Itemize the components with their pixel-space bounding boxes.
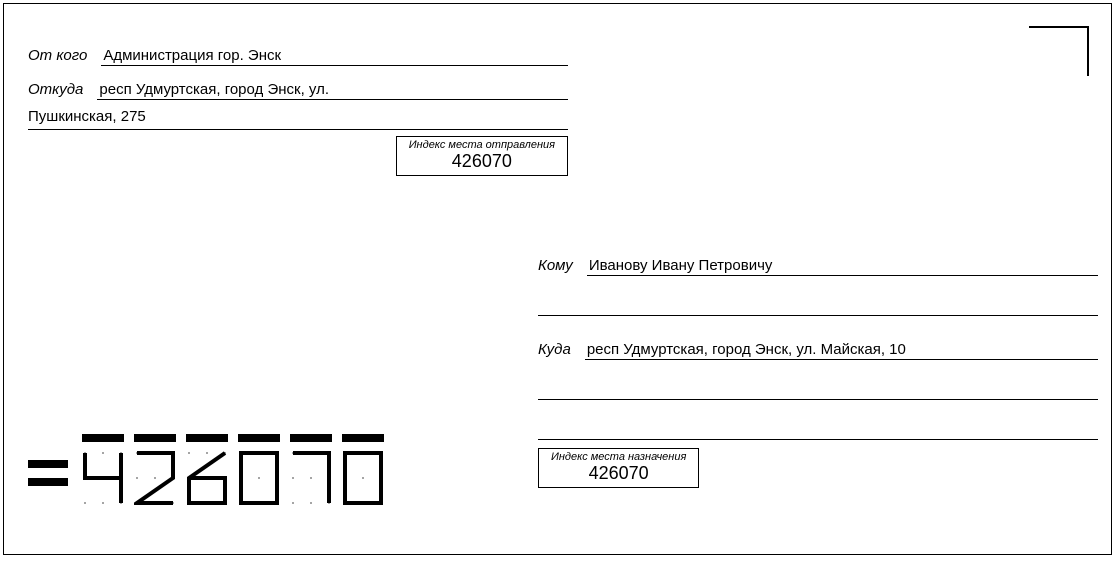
envelope-container: От кого Администрация гор. Энск Откуда р… <box>3 3 1112 555</box>
digit-glyph-4 <box>82 450 124 506</box>
postal-code-stylized <box>28 434 384 506</box>
sender-from-label: От кого <box>28 47 87 66</box>
sender-index-label: Индекс места отправления <box>409 139 555 151</box>
digit-glyph-2 <box>134 450 176 506</box>
recipient-address-continuation-2 <box>538 418 1098 440</box>
digit-top-bar <box>290 434 332 442</box>
stamp-corner-mark <box>1029 26 1089 76</box>
equals-bar-bottom <box>28 478 68 486</box>
digit-top-bar <box>342 434 384 442</box>
postal-digit-7 <box>290 434 332 506</box>
sender-index-box: Индекс места отправления 426070 <box>396 136 568 176</box>
postal-digit-0-first <box>238 434 280 506</box>
digit-top-bar <box>134 434 176 442</box>
equals-bar-top <box>28 460 68 468</box>
recipient-block: Кому Иванову Ивану Петровичу Куда респ У… <box>538 250 1098 458</box>
recipient-address-row: Куда респ Удмуртская, город Энск, ул. Ма… <box>538 334 1098 360</box>
sender-from-value: Администрация гор. Энск <box>101 47 568 66</box>
sender-address-row: Откуда респ Удмуртская, город Энск, ул. <box>28 74 568 100</box>
recipient-address-label: Куда <box>538 341 571 360</box>
digit-glyph-0 <box>342 450 384 506</box>
destination-index-container: Индекс места назначения 426070 <box>538 448 699 488</box>
recipient-to-row: Кому Иванову Ивану Петровичу <box>538 250 1098 276</box>
recipient-to-value: Иванову Ивану Петровичу <box>587 257 1098 276</box>
sender-block: От кого Администрация гор. Энск Откуда р… <box>28 40 568 176</box>
digit-top-bar <box>82 434 124 442</box>
digit-glyph-7 <box>290 450 332 506</box>
digit-glyph-0 <box>238 450 280 506</box>
sender-index-container: Индекс места отправления 426070 <box>28 136 568 176</box>
destination-index-label: Индекс места назначения <box>551 451 686 463</box>
sender-address-continuation: Пушкинская, 275 <box>28 108 568 130</box>
recipient-address-continuation-1 <box>538 378 1098 400</box>
postal-digit-2 <box>134 434 176 506</box>
recipient-to-label: Кому <box>538 257 573 276</box>
digit-top-bar <box>186 434 228 442</box>
sender-address-label: Откуда <box>28 81 83 100</box>
postal-digit-4 <box>82 434 124 506</box>
recipient-address-value: респ Удмуртская, город Энск, ул. Майская… <box>585 341 1098 360</box>
postal-digit-0-second <box>342 434 384 506</box>
digit-top-bar <box>238 434 280 442</box>
digit-glyph-6 <box>186 450 228 506</box>
sender-from-row: От кого Администрация гор. Энск <box>28 40 568 66</box>
postal-digit-6 <box>186 434 228 506</box>
postal-digits-row <box>28 434 384 506</box>
recipient-to-continuation <box>538 294 1098 316</box>
sender-index-value: 426070 <box>409 151 555 171</box>
destination-index-value: 426070 <box>551 463 686 483</box>
sender-address-value: респ Удмуртская, город Энск, ул. <box>97 81 568 100</box>
postal-equals-mark <box>28 460 68 506</box>
destination-index-box: Индекс места назначения 426070 <box>538 448 699 488</box>
